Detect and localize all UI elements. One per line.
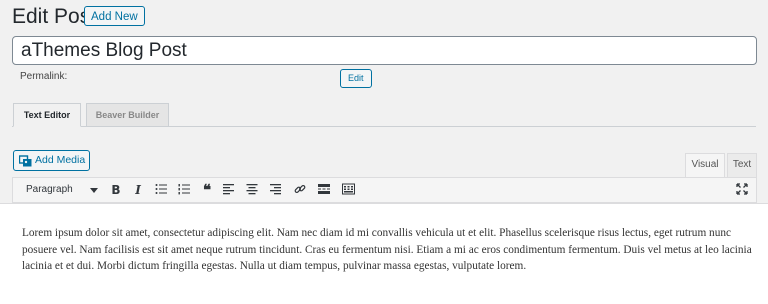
chevron-down-icon [90,188,98,193]
italic-button[interactable]: I [129,182,147,198]
numbered-list-icon [178,184,190,195]
blockquote-button[interactable]: ❝ [198,182,216,198]
align-left-button[interactable] [220,182,238,198]
align-right-button[interactable] [266,182,284,198]
numbered-list-button[interactable] [175,182,193,198]
media-icon [18,154,32,167]
read-more-button[interactable] [315,182,333,198]
keyboard-icon [341,183,355,195]
bold-button[interactable]: B [107,182,125,198]
editor-area[interactable]: Lorem ipsum dolor sit amet, consectetur … [0,203,768,304]
link-icon [294,185,306,193]
link-button[interactable] [291,182,309,198]
bulleted-list-button[interactable] [152,182,170,198]
tab-text-editor[interactable]: Text Editor [13,103,81,127]
blockquote-icon: ❝ [202,181,212,199]
italic-icon: I [135,183,141,197]
align-left-icon [223,184,234,195]
tab-beaver-builder[interactable]: Beaver Builder [86,103,169,127]
bold-icon: B [111,183,121,197]
permalink-edit-button[interactable]: Edit [340,69,372,88]
tab-visual[interactable]: Visual [685,153,725,177]
tab-text[interactable]: Text [727,153,757,177]
add-media-label: Add Media [35,154,86,166]
read-more-icon [318,184,330,194]
format-select-value: Paragraph [26,184,73,195]
align-right-icon [270,184,281,195]
permalink-label: Permalink: [20,71,68,82]
editor-paragraph[interactable]: Lorem ipsum dolor sit amet, consectetur … [22,225,757,275]
post-title-input[interactable]: aThemes Blog Post [12,36,757,65]
toolbar-toggle-button[interactable] [339,182,357,198]
align-center-button[interactable] [243,182,261,198]
align-center-icon [246,184,258,195]
bulleted-list-icon [155,184,167,194]
fullscreen-icon [736,183,748,195]
editor-toolbar: Paragraph B I ❝ [12,177,757,203]
fullscreen-button[interactable] [733,182,751,198]
add-media-button[interactable]: Add Media [13,150,90,171]
add-new-button[interactable]: Add New [84,6,145,26]
format-select[interactable]: Paragraph [18,182,98,198]
